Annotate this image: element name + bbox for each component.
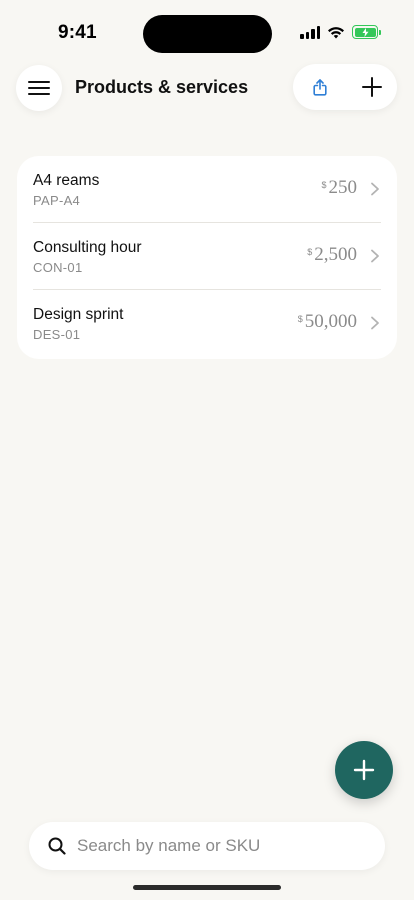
price-amount: 250 [328, 177, 358, 198]
chevron-right-icon [371, 182, 379, 196]
plus-icon [362, 77, 382, 97]
search-icon [48, 837, 66, 855]
product-price: $ 50,000 [298, 311, 357, 333]
product-name: Design sprint [33, 306, 124, 323]
floating-add-button[interactable] [335, 741, 393, 799]
product-row[interactable]: Design sprint DES-01 $ 50,000 [17, 290, 397, 357]
add-button[interactable] [361, 76, 383, 98]
product-price: $ 250 [321, 177, 357, 199]
menu-button[interactable] [16, 65, 62, 111]
currency-symbol: $ [321, 180, 327, 190]
price-amount: 2,500 [314, 244, 357, 265]
search-bar[interactable] [29, 822, 385, 870]
share-button[interactable] [309, 76, 331, 98]
price-amount: 50,000 [304, 311, 357, 332]
product-sku: PAP-A4 [33, 193, 81, 208]
status-bar: 9:41 [0, 0, 414, 60]
share-icon [313, 78, 327, 96]
chevron-right-icon [371, 316, 379, 330]
status-icons [300, 25, 381, 39]
status-time: 9:41 [58, 22, 97, 43]
wifi-icon [328, 26, 344, 38]
charging-bolt-icon [362, 27, 368, 37]
product-row[interactable]: A4 reams PAP-A4 $ 250 [17, 156, 397, 223]
page-title: Products & services [75, 77, 249, 97]
product-price: $ 2,500 [307, 244, 357, 266]
dynamic-island [143, 15, 272, 53]
search-input[interactable] [77, 836, 357, 856]
menu-icon [28, 81, 50, 95]
chevron-right-icon [371, 249, 379, 263]
product-row[interactable]: Consulting hour CON-01 $ 2,500 [17, 223, 397, 290]
plus-icon [353, 759, 375, 781]
header-actions [293, 64, 397, 110]
currency-symbol: $ [307, 247, 313, 257]
product-name: A4 reams [33, 172, 100, 189]
product-sku: CON-01 [33, 260, 83, 275]
battery-icon [352, 25, 381, 39]
products-list: A4 reams PAP-A4 $ 250 Consulting hour CO… [17, 156, 397, 359]
cellular-signal-icon [300, 25, 320, 39]
product-name: Consulting hour [33, 239, 142, 256]
currency-symbol: $ [297, 314, 303, 324]
product-sku: DES-01 [33, 327, 81, 342]
home-indicator[interactable] [133, 885, 281, 890]
